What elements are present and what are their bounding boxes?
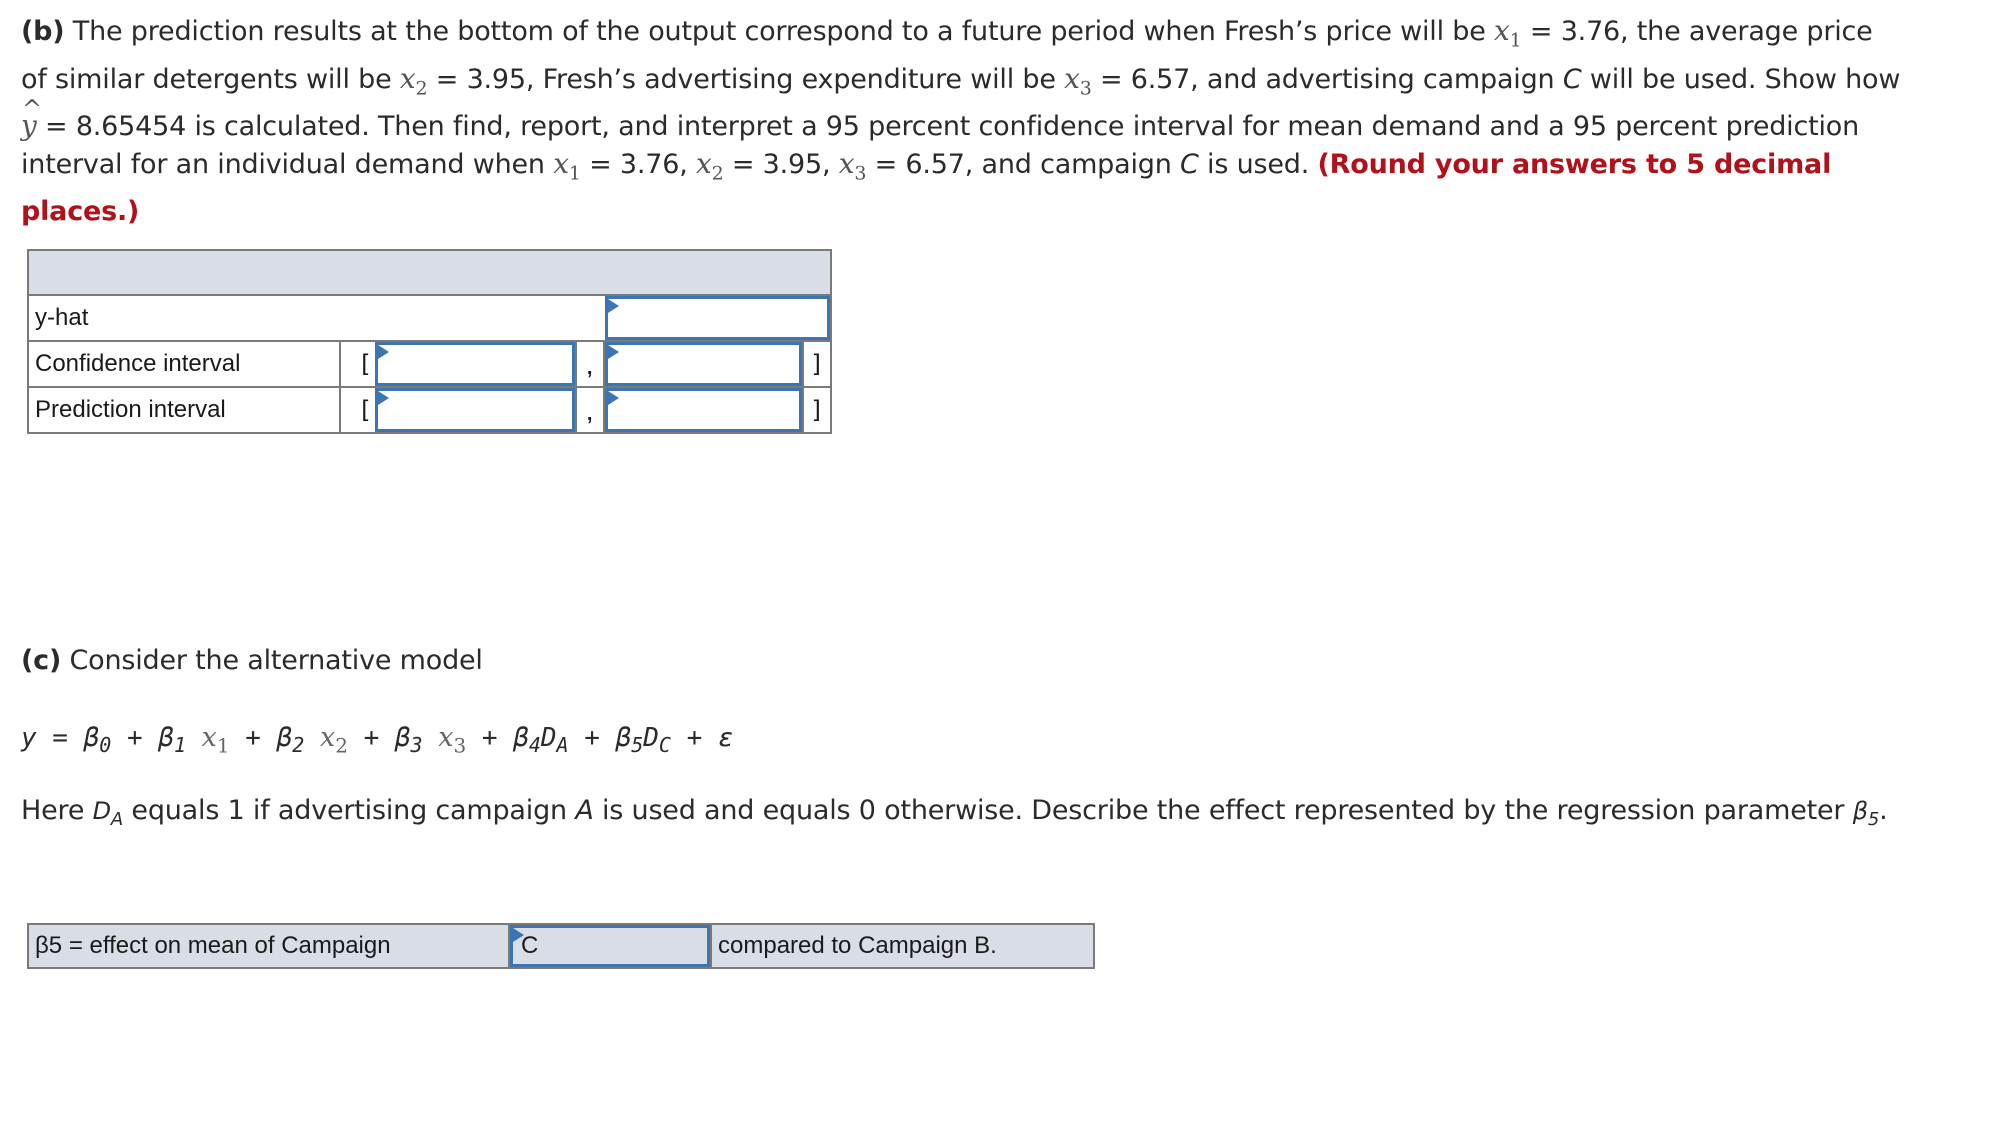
pi-upper-field[interactable] xyxy=(607,391,800,429)
question-text: equals 1 if advertising campaign xyxy=(123,795,576,826)
eq-plus: + xyxy=(347,723,395,753)
question-text: = 6.57, and advertising campaign xyxy=(1091,63,1563,95)
part-b-label: (b) xyxy=(21,16,65,47)
math-x2: x2 xyxy=(399,61,428,100)
row-label: Prediction interval xyxy=(29,388,342,432)
math-da: DA xyxy=(92,797,124,830)
table-row-prediction: Prediction interval [ , ] xyxy=(29,388,830,432)
yhat-field[interactable] xyxy=(607,299,827,337)
math-x1: x1 xyxy=(1494,14,1522,52)
open-bracket: [ xyxy=(357,350,373,378)
question-text: = 6.57, and campaign xyxy=(866,149,1180,181)
table-row-confidence: Confidence interval [ , ] xyxy=(29,342,830,388)
part-b-question: (b) The prediction results at the bottom… xyxy=(21,12,1901,230)
math-beta5: β5 xyxy=(1852,797,1880,830)
eq-x3: x3 xyxy=(438,722,467,758)
separator-comma: , xyxy=(574,342,605,386)
question-text: Here xyxy=(21,795,93,826)
eq-equals: = xyxy=(36,723,84,753)
close-bracket: ] xyxy=(802,342,830,386)
eq-beta5: β5 xyxy=(615,723,644,758)
ci-lower-field[interactable] xyxy=(378,345,572,383)
beta5-answer-table: β5 = effect on mean of Campaign C compar… xyxy=(27,923,1095,969)
period: . xyxy=(1879,795,1888,826)
part-c-label: (c) xyxy=(21,645,62,676)
part-c-title-text: Consider the alternative model xyxy=(61,645,483,676)
close-bracket: ] xyxy=(802,388,830,432)
part-c-question: Here DA equals 1 if advertising campaign… xyxy=(21,792,1901,838)
eq-dc: DC xyxy=(643,723,671,758)
question-text: The prediction results at the bottom of … xyxy=(64,16,1495,47)
eq-plus: + xyxy=(229,723,277,753)
campaign-c: C xyxy=(1180,149,1199,181)
pi-lower-field[interactable] xyxy=(378,391,572,429)
row-label: y-hat xyxy=(35,304,89,331)
eq-beta2: β2 xyxy=(276,723,305,758)
beta5-suffix: compared to Campaign B. xyxy=(710,925,1093,967)
pi-upper-input[interactable] xyxy=(604,388,803,432)
prediction-table: y-hat Confidence interval [ , ] Predicti… xyxy=(27,249,832,434)
eq-x1: x1 xyxy=(201,722,230,758)
eq-plus: + xyxy=(670,723,718,753)
dropdown-selected-value[interactable]: C xyxy=(521,932,538,960)
math-x3: x3 xyxy=(838,147,867,185)
separator-comma: , xyxy=(574,388,605,432)
math-x2: x2 xyxy=(695,147,724,185)
campaign-c: C xyxy=(1562,63,1582,95)
eq-da: DA xyxy=(540,723,569,758)
eq-plus: + xyxy=(466,723,514,753)
question-text: = 3.95, xyxy=(723,149,839,181)
eq-y: y xyxy=(21,723,37,753)
eq-x2: x2 xyxy=(319,722,348,758)
yhat-input[interactable] xyxy=(604,296,830,340)
eq-plus: + xyxy=(568,723,616,753)
regression-equation: y = β0 + β1 x1 + β2 x2 + β3 x3 + β4DA + … xyxy=(21,722,734,757)
math-x3: x3 xyxy=(1064,61,1092,100)
beta5-prefix: β5 = effect on mean of Campaign xyxy=(29,925,510,967)
question-text: is used and equals 0 otherwise. Describe… xyxy=(593,795,1853,826)
ci-lower-input[interactable] xyxy=(375,342,575,386)
question-text: is used. xyxy=(1198,149,1318,181)
campaign-dropdown[interactable]: C xyxy=(510,925,710,967)
eq-beta1: β1 xyxy=(158,723,186,758)
math-yhat: ^ y xyxy=(21,95,42,143)
open-bracket: [ xyxy=(357,396,373,424)
eq-beta3: β3 xyxy=(394,723,423,758)
question-text: = 3.76, xyxy=(580,149,696,181)
eq-beta0: β0 xyxy=(83,723,112,758)
eq-beta4: β4 xyxy=(513,723,541,758)
part-c-title: (c) Consider the alternative model xyxy=(21,642,483,679)
table-header xyxy=(29,251,830,296)
campaign-a: A xyxy=(575,795,594,826)
question-text: = 3.95, Fresh’s advertising expenditure … xyxy=(427,63,1065,95)
ci-upper-input[interactable] xyxy=(604,342,803,386)
eq-epsilon: ε xyxy=(717,723,734,753)
row-label: Confidence interval xyxy=(29,342,342,386)
question-text: will be used. Show how xyxy=(1581,63,1901,95)
ci-upper-field[interactable] xyxy=(607,345,800,383)
pi-lower-input[interactable] xyxy=(375,388,575,432)
eq-plus: + xyxy=(111,723,159,753)
math-x1: x1 xyxy=(553,147,581,185)
table-row-yhat: y-hat xyxy=(29,296,830,342)
